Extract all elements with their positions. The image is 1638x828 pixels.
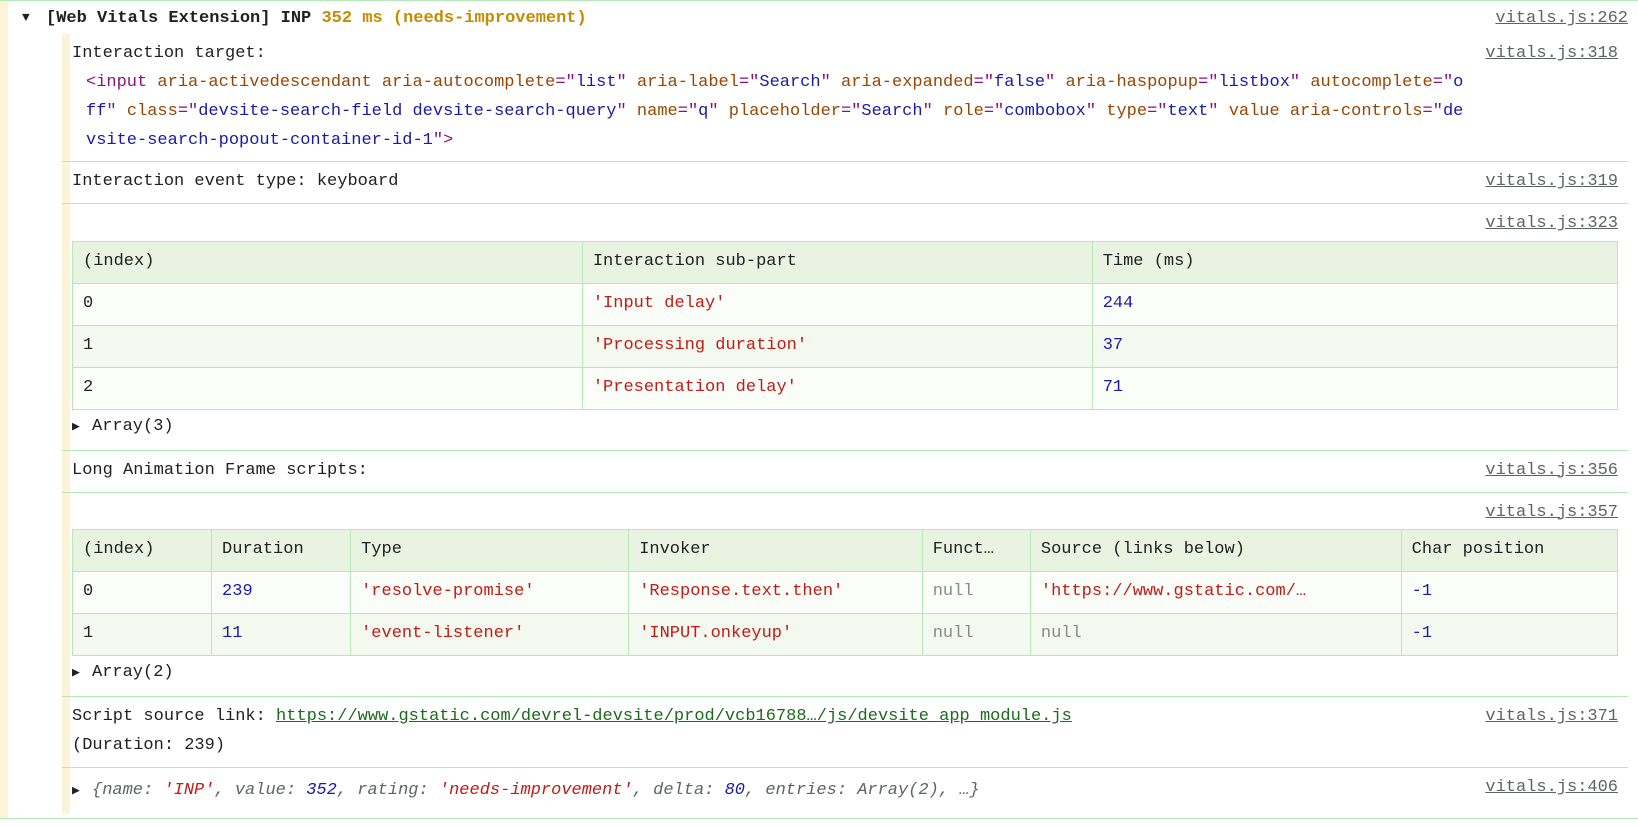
table-row: 0239'resolve-promise''Response.text.then… [73,572,1618,614]
table-row: 111'event-listener''INPUT.onkeyup'nullnu… [73,614,1618,656]
target-html-element[interactable]: <input aria-activedescendant aria-autoco… [72,69,1465,156]
target-label: Interaction target: [72,40,1465,69]
table-header: Interaction sub-part [582,242,1092,284]
disclosure-triangle-icon[interactable]: ▶ [72,662,80,684]
log-entry-script-src: Script source link: https://www.gstatic.… [62,696,1628,767]
disclosure-triangle-icon[interactable] [22,7,30,29]
nested-group: Interaction target: <input aria-activede… [62,34,1628,814]
source-link[interactable]: vitals.js:262 [1495,5,1628,34]
source-link[interactable]: vitals.js:357 [1485,499,1618,528]
summary-metric: 352 ms (needs-improvement) [321,9,586,28]
log-entry-table1: vitals.js:323 (index)Interaction sub-par… [62,203,1628,449]
array-summary[interactable]: ▶ Array(2) [72,656,1618,690]
log-entry-summary: [Web Vitals Extension] INP 352 ms (needs… [0,0,1638,819]
source-link[interactable]: vitals.js:371 [1485,703,1618,732]
source-link[interactable]: vitals.js:356 [1485,457,1618,486]
laf-table: (index)DurationTypeInvokerFunct…Source (… [72,529,1618,656]
table-row: 0'Input delay'244 [73,284,1618,326]
subpart-table: (index)Interaction sub-partTime (ms)0'In… [72,241,1618,410]
event-type-label: Interaction event type: keyboard [72,168,1465,197]
source-link[interactable]: vitals.js:319 [1485,168,1618,197]
table-header: Source (links below) [1030,530,1401,572]
table-header: Char position [1401,530,1617,572]
log-entry-target: Interaction target: <input aria-activede… [62,34,1628,162]
source-link[interactable]: vitals.js:323 [1485,210,1618,239]
log-entry-object: ▶ {name: 'INP', value: 352, rating: 'nee… [62,767,1628,814]
disclosure-triangle-icon[interactable]: ▶ [72,416,80,438]
script-src-url[interactable]: https://www.gstatic.com/devrel-devsite/p… [276,707,1072,726]
console-output: [Web Vitals Extension] INP 352 ms (needs… [0,0,1638,819]
array-summary[interactable]: ▶ Array(3) [72,410,1618,444]
table-header: Invoker [629,530,923,572]
script-src-label: Script source link: [72,707,276,726]
source-link[interactable]: vitals.js:318 [1485,40,1618,69]
script-src-duration: (Duration: 239) [72,736,225,755]
table-header: Time (ms) [1092,242,1617,284]
table-header: (index) [73,242,583,284]
table-header: Funct… [922,530,1030,572]
disclosure-triangle-icon[interactable]: ▶ [72,780,80,802]
summary-prefix: [Web Vitals Extension] INP [46,9,311,28]
table-row: 1'Processing duration'37 [73,326,1618,368]
table-header: (index) [73,530,212,572]
table-header: Duration [212,530,351,572]
log-entry-laf-label: Long Animation Frame scripts: vitals.js:… [62,450,1628,492]
table-header: Type [351,530,629,572]
table-row: 2'Presentation delay'71 [73,367,1618,409]
source-link[interactable]: vitals.js:406 [1485,774,1618,803]
log-entry-table2: vitals.js:357 (index)DurationTypeInvoker… [62,492,1628,696]
laf-label: Long Animation Frame scripts: [72,457,1465,486]
object-summary[interactable]: ▶ {name: 'INP', value: 352, rating: 'nee… [72,774,1465,808]
log-entry-event-type: Interaction event type: keyboard vitals.… [62,161,1628,203]
